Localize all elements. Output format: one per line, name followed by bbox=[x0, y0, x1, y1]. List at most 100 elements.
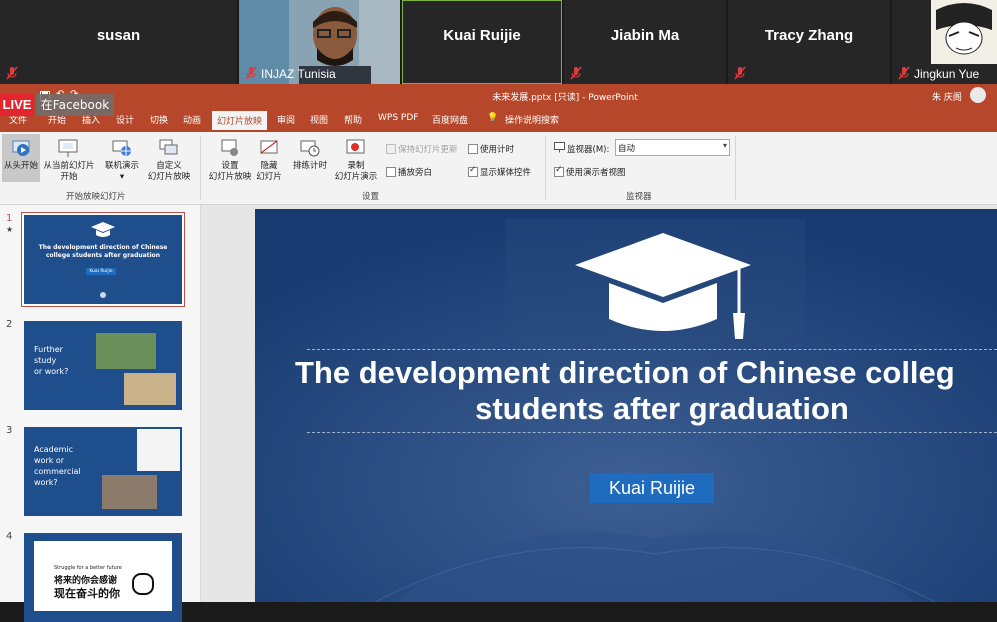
slide-thumbnails-pane[interactable]: 1 ★ The development direction of Chinese… bbox=[0, 205, 201, 622]
use-timings-label: 使用计时 bbox=[480, 145, 515, 155]
from-beginning-label: 从头开始 bbox=[3, 161, 38, 171]
hide-slide-label-2: 幻灯片 bbox=[256, 172, 282, 182]
hide-slide-button[interactable]: 隐藏 幻灯片 bbox=[254, 134, 284, 182]
slide-thumbnail-2[interactable]: Further study or work? bbox=[24, 321, 182, 410]
slide-author-box[interactable]: Kuai Ruijie bbox=[590, 473, 714, 503]
thumbnail-title: The development direction of Chinese col… bbox=[38, 244, 168, 259]
muted-mic-icon bbox=[898, 66, 910, 80]
slideshow-current-icon bbox=[58, 139, 78, 157]
slide-editor: The development direction of Chinese col… bbox=[201, 205, 997, 602]
thumbnail-text-line: Further bbox=[34, 345, 63, 354]
slide-number: 1 bbox=[6, 213, 13, 224]
tab-baidu-netdisk[interactable]: 百度网盘 bbox=[432, 113, 468, 126]
monitor-select[interactable]: 自动 ▾ bbox=[615, 139, 730, 156]
thumbnail-text-line: commercial bbox=[34, 467, 81, 476]
custom-show-icon bbox=[159, 139, 178, 155]
video-strip: susan INJAZ Tunisia Kuai Ruijie Jiabin M… bbox=[0, 0, 997, 84]
muted-mic-icon bbox=[6, 66, 18, 80]
tab-transitions[interactable]: 切换 bbox=[150, 113, 168, 126]
user-avatar-icon[interactable] bbox=[970, 87, 986, 103]
thumbnail-text-line: 现在奋斗的你 bbox=[54, 587, 120, 600]
powerpoint-window: ↶ ↷ 未来发展.pptx [只读] - PowerPoint 朱 庆阁 文件 … bbox=[0, 84, 997, 622]
live-badge: LIVE bbox=[0, 94, 34, 116]
setup-icon bbox=[221, 139, 238, 156]
monitor-label: 监视器(M): bbox=[567, 145, 610, 155]
group-label-monitors: 监视器 bbox=[626, 192, 652, 202]
play-narrations-label: 播放旁白 bbox=[398, 168, 433, 178]
show-media-controls-checkbox[interactable] bbox=[468, 165, 478, 177]
online-present-label: 联机演示 bbox=[104, 161, 139, 171]
logo-icon bbox=[100, 292, 106, 298]
from-current-label-1: 从当前幻灯片 bbox=[43, 161, 95, 171]
slide-title-line-1: The development direction of Chinese col… bbox=[295, 355, 955, 390]
tab-help[interactable]: 帮助 bbox=[344, 113, 362, 126]
group-label-start: 开始放映幻灯片 bbox=[66, 192, 126, 202]
tell-me-search[interactable]: 操作说明搜索 bbox=[505, 113, 559, 126]
setup-slideshow-button[interactable]: 设置 幻灯片放映 bbox=[206, 134, 254, 182]
participant-tile-injaz[interactable]: INJAZ Tunisia bbox=[239, 0, 400, 84]
use-timings-checkbox[interactable] bbox=[468, 144, 478, 154]
tab-wps-pdf[interactable]: WPS PDF bbox=[378, 113, 418, 123]
monitor-icon bbox=[554, 142, 565, 153]
rehearse-timings-button[interactable]: 排练计时 bbox=[289, 134, 331, 182]
presenter-view-checkbox[interactable] bbox=[554, 165, 564, 177]
lightbulb-icon: 💡 bbox=[487, 113, 499, 123]
chevron-down-icon: ▾ bbox=[722, 141, 727, 150]
ribbon-tabs: 文件 开始 插入 设计 切换 动画 幻灯片放映 审阅 视图 帮助 WPS PDF… bbox=[0, 108, 997, 132]
participant-tile-susan[interactable]: susan bbox=[0, 0, 237, 84]
thumbnail-photo bbox=[102, 475, 157, 509]
participant-name: Tracy Zhang bbox=[764, 27, 854, 44]
online-present-button[interactable]: 联机演示 ▾ bbox=[100, 134, 144, 182]
thumbnail-text-line: Academic bbox=[34, 445, 74, 454]
tab-animations[interactable]: 动画 bbox=[183, 113, 201, 126]
facebook-stream-label[interactable]: 在Facebook bbox=[36, 94, 114, 116]
from-current-slide-button[interactable]: 从当前幻灯片 开始 bbox=[42, 134, 96, 182]
setup-label-1: 设置 bbox=[221, 161, 239, 171]
participant-tile-jingkun[interactable]: Jingkun Yue bbox=[892, 0, 997, 84]
participant-tile-kuai[interactable]: Kuai Ruijie bbox=[402, 0, 562, 84]
monitor-select-value: 自动 bbox=[618, 144, 636, 154]
main-slide[interactable]: The development direction of Chinese col… bbox=[255, 209, 997, 602]
star-icon: ★ bbox=[6, 225, 14, 234]
presenter-view-label: 使用演示者视图 bbox=[566, 168, 626, 178]
thumbnail-text-line: work? bbox=[34, 478, 58, 487]
participant-tile-tracy[interactable]: Tracy Zhang bbox=[728, 0, 890, 84]
keep-updated-label: 保持幻灯片更新 bbox=[398, 145, 458, 155]
participant-name: INJAZ Tunisia bbox=[261, 67, 336, 81]
ribbon: 从头开始 从当前幻灯片 开始 联机演示 ▾ 自定义 幻灯片放映 开始放映幻灯片 … bbox=[0, 132, 997, 205]
hide-slide-label-1: 隐藏 bbox=[260, 161, 278, 171]
slide-thumbnail-3[interactable]: Academic work or commercial work? bbox=[24, 427, 182, 516]
group-divider bbox=[735, 136, 736, 200]
custom-slideshow-button[interactable]: 自定义 幻灯片放映 bbox=[144, 134, 194, 182]
participant-tile-jiabin[interactable]: Jiabin Ma bbox=[564, 0, 726, 84]
graduation-cap-icon bbox=[575, 233, 751, 339]
muted-mic-icon bbox=[570, 66, 582, 80]
keep-updated-checkbox[interactable] bbox=[386, 144, 396, 154]
slideshow-start-icon bbox=[12, 140, 30, 156]
slide-thumbnail-1[interactable]: The development direction of Chinese col… bbox=[24, 215, 182, 304]
tab-slideshow[interactable]: 幻灯片放映 bbox=[212, 111, 268, 130]
title-divider-bottom bbox=[307, 432, 997, 433]
participant-name: Jiabin Ma bbox=[610, 27, 680, 44]
tab-review[interactable]: 审阅 bbox=[277, 113, 295, 126]
participant-name: Jingkun Yue bbox=[914, 67, 980, 81]
thumbnail-author: Kuai Ruijie bbox=[86, 268, 116, 275]
record-slideshow-button[interactable]: 录制 幻灯片演示 bbox=[331, 134, 381, 182]
user-name[interactable]: 朱 庆阁 bbox=[932, 90, 962, 103]
slide-thumbnail-4[interactable]: Struggle for a better future 将来的你会感谢 现在奋… bbox=[24, 533, 182, 622]
thumbnail-photo bbox=[96, 333, 156, 369]
from-beginning-button[interactable]: 从头开始 bbox=[2, 134, 40, 182]
tab-design[interactable]: 设计 bbox=[116, 113, 134, 126]
slide-number: 4 bbox=[6, 531, 13, 542]
clock-icon bbox=[132, 573, 154, 595]
slide-title-line-2: students after graduation bbox=[475, 391, 849, 426]
custom-show-label-1: 自定义 bbox=[156, 161, 182, 171]
title-divider-top bbox=[307, 349, 997, 350]
muted-mic-icon bbox=[734, 66, 746, 80]
timer-icon bbox=[300, 140, 320, 157]
thumbnail-text-line: or work? bbox=[34, 367, 69, 376]
globe-icon bbox=[112, 140, 131, 156]
play-narrations-checkbox[interactable] bbox=[386, 167, 396, 177]
tab-view[interactable]: 视图 bbox=[310, 113, 328, 126]
thumbnail-text-line: study bbox=[34, 356, 57, 365]
